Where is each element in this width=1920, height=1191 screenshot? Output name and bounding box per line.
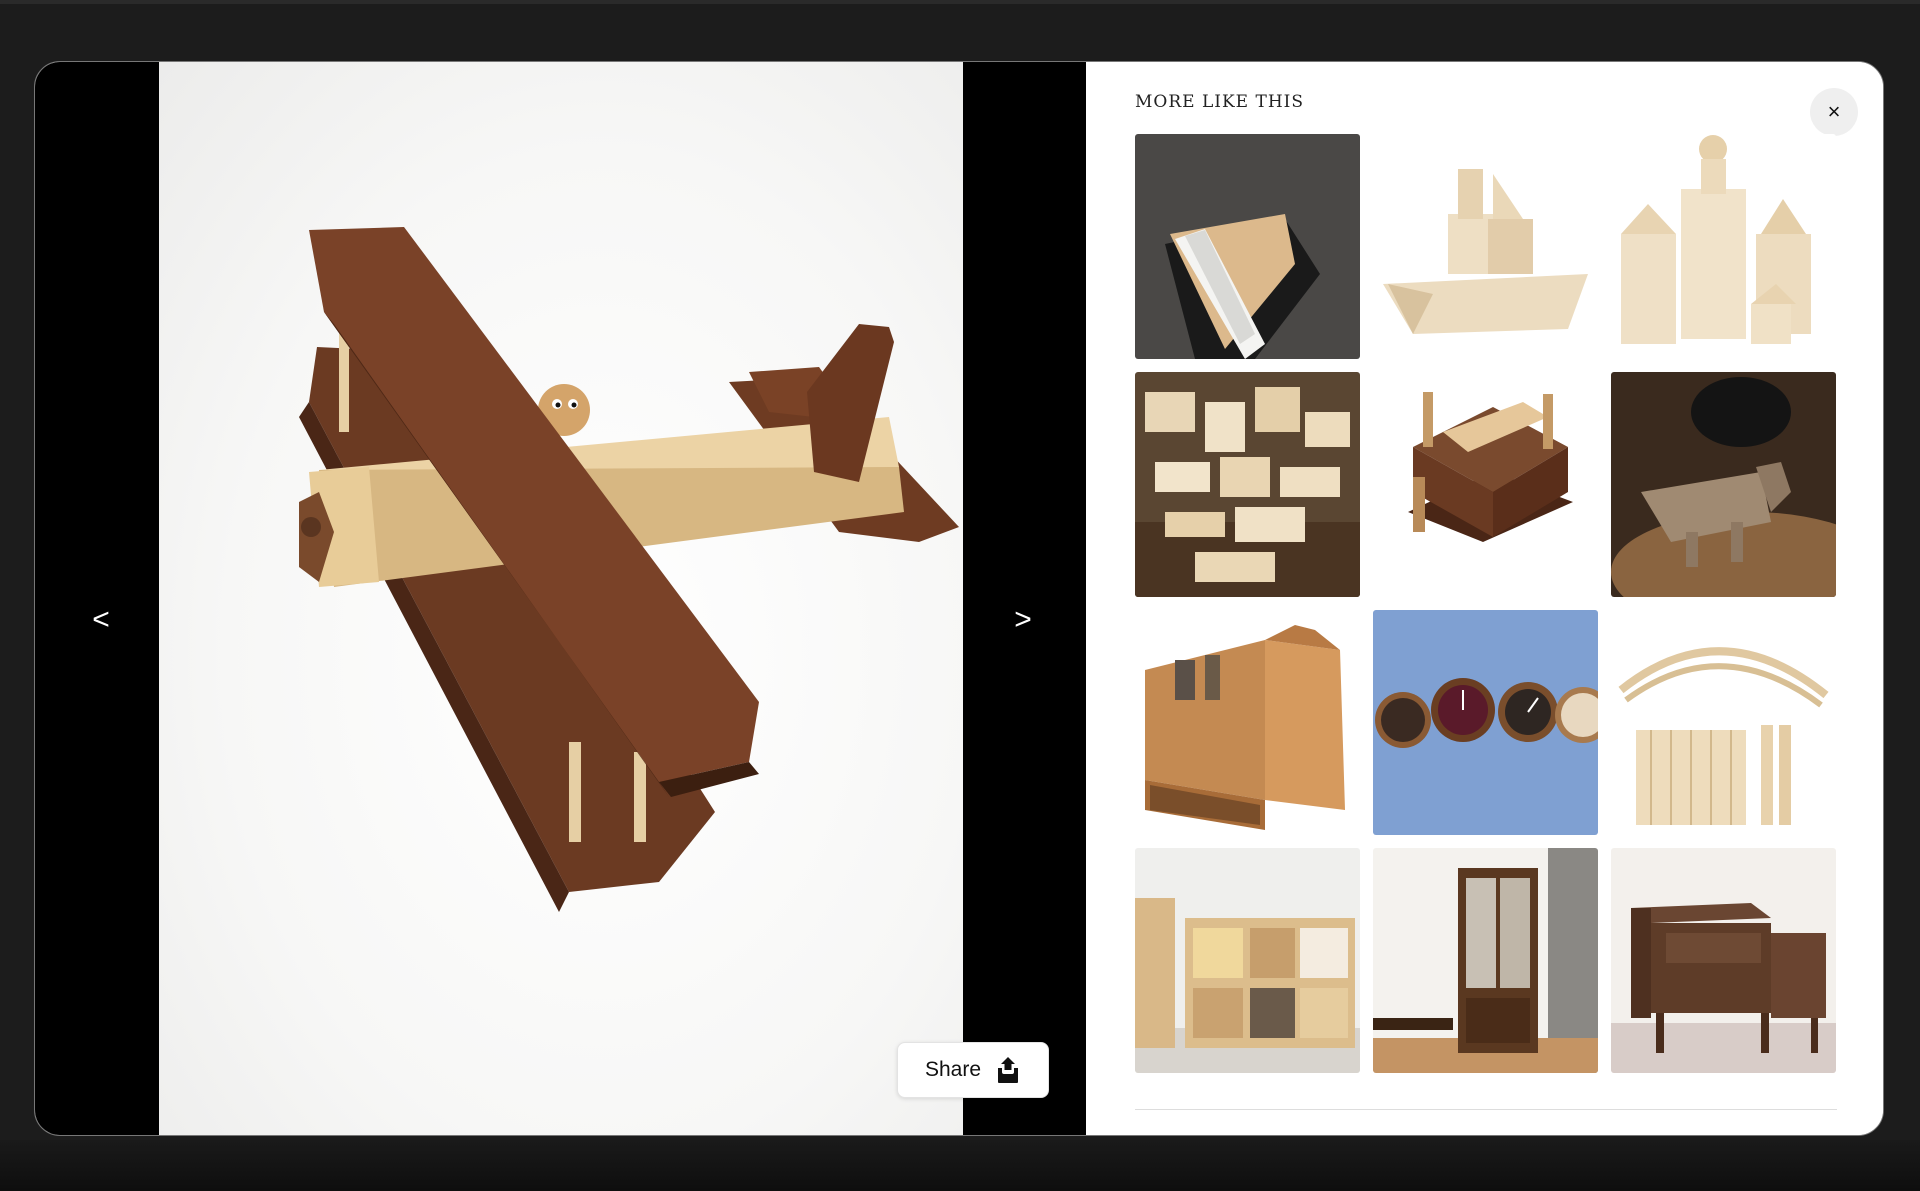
related-items-grid: [1135, 134, 1837, 1073]
related-tile-castle-blocks[interactable]: [1611, 134, 1836, 359]
image-modal: < > Share MORE LIKE THIS ×: [34, 61, 1884, 1136]
wooden-dinosaur-lamp-image: [1611, 372, 1836, 597]
related-tile-curio-cabinet[interactable]: [1373, 848, 1598, 1073]
main-photo: [159, 62, 963, 1135]
related-tile-boat-blocks[interactable]: [1373, 134, 1598, 359]
share-upload-icon: [998, 1057, 1019, 1083]
next-image-button[interactable]: >: [993, 580, 1053, 660]
backdrop-bottom: [0, 1140, 1920, 1191]
related-tile-walnut-nightstand[interactable]: [1611, 848, 1836, 1073]
close-button[interactable]: ×: [1810, 88, 1858, 136]
backdrop-top-bar: [0, 0, 1920, 4]
image-viewer: < > Share: [35, 62, 1086, 1135]
wooden-biplane-photo: [299, 227, 959, 912]
more-like-this-panel: MORE LIKE THIS ×: [1086, 62, 1883, 1135]
wooden-clocks-image: [1373, 610, 1598, 835]
previous-image-button[interactable]: <: [71, 580, 131, 660]
wooden-stick-bridge-image: [1611, 610, 1836, 835]
wooden-curio-cabinet-image: [1373, 848, 1598, 1073]
related-tile-rocket-puzzle[interactable]: [1135, 134, 1360, 359]
related-tile-coaster-set[interactable]: [1373, 372, 1598, 597]
walnut-nightstand-image: [1611, 848, 1836, 1073]
panel-divider: [1135, 1109, 1837, 1110]
related-tile-dinosaur-lamp[interactable]: [1611, 372, 1836, 597]
related-tile-stick-bridge[interactable]: [1611, 610, 1836, 835]
related-tile-block-set[interactable]: [1135, 372, 1360, 597]
panel-title: MORE LIKE THIS: [1135, 92, 1305, 112]
share-label: Share: [924, 1058, 982, 1081]
share-button[interactable]: Share: [897, 1042, 1049, 1098]
wooden-boat-blocks-image: [1373, 134, 1598, 359]
wooden-toolbox-image: [1135, 610, 1360, 835]
wooden-coaster-set-image: [1373, 372, 1598, 597]
wooden-castle-blocks-image: [1611, 134, 1836, 359]
related-tile-clocks[interactable]: [1373, 610, 1598, 835]
wooden-rocket-puzzle-image: [1135, 134, 1360, 359]
related-tile-toolbox[interactable]: [1135, 610, 1360, 835]
wooden-block-set-image: [1135, 372, 1360, 597]
close-icon: ×: [1827, 99, 1841, 124]
wooden-storage-shelves-image: [1135, 848, 1360, 1073]
related-tile-storage-shelves[interactable]: [1135, 848, 1360, 1073]
